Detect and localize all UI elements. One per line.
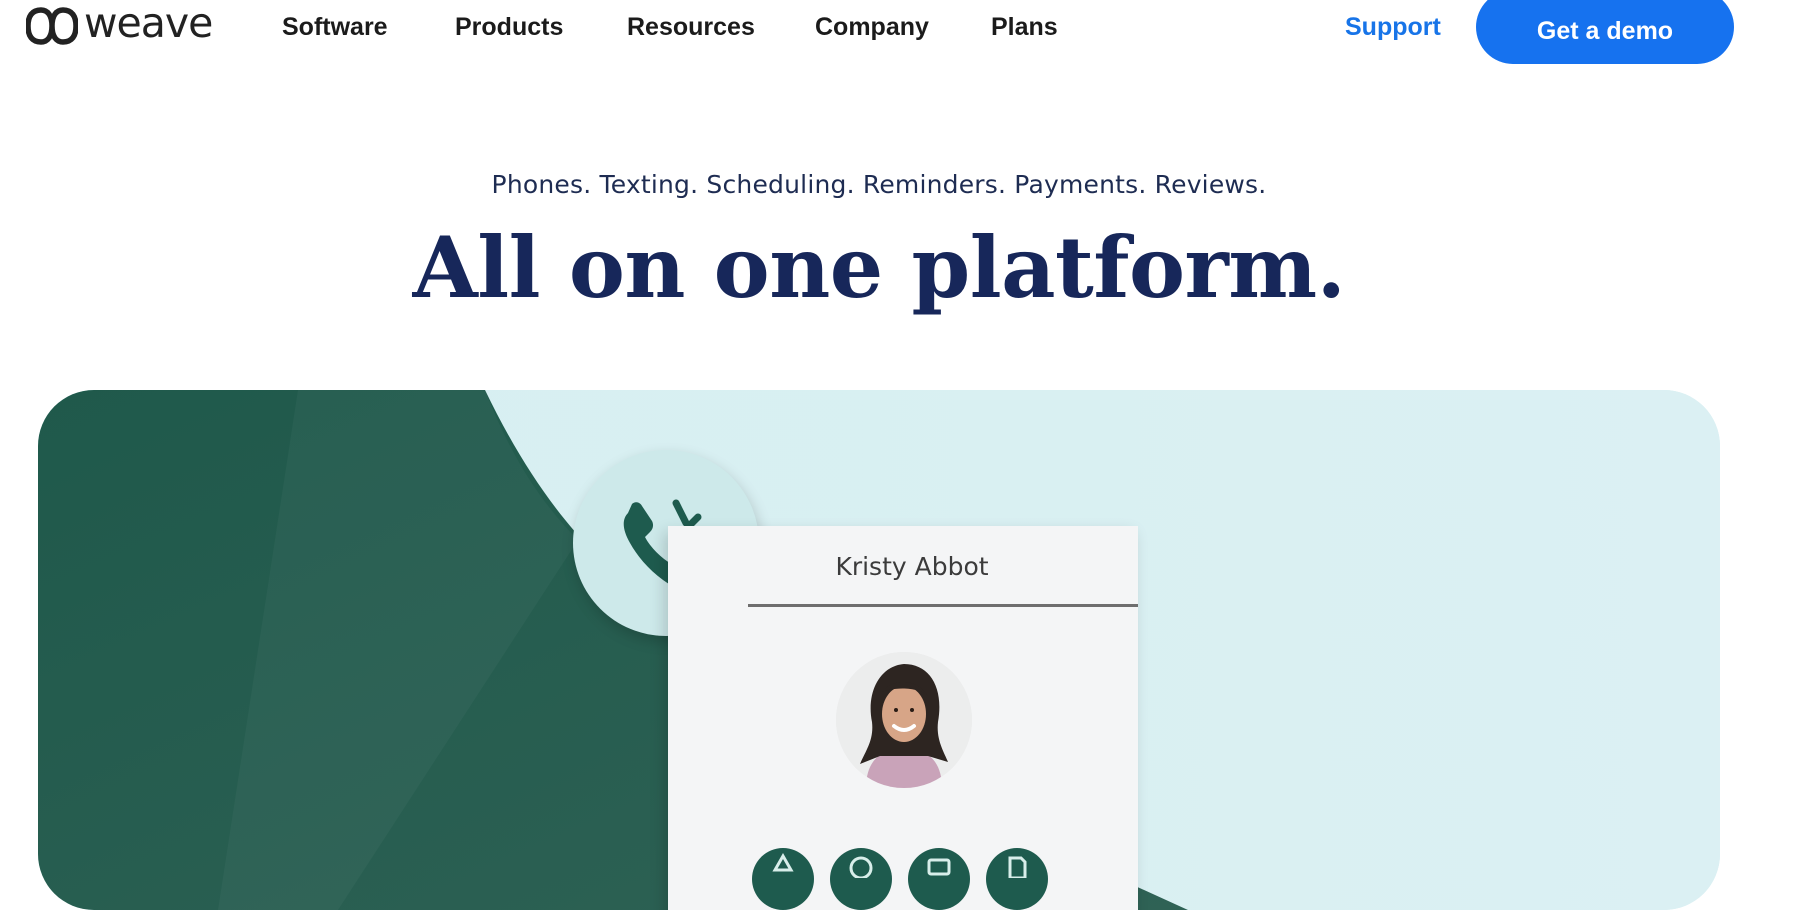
avatar-portrait-image: [836, 652, 972, 788]
weave-knot-logo-icon: [26, 7, 78, 45]
nav-plans[interactable]: Plans: [991, 12, 1058, 42]
nav-software[interactable]: Software: [282, 12, 388, 42]
chat-icon: [849, 856, 873, 878]
get-a-demo-button[interactable]: Get a demo: [1476, 0, 1734, 64]
action-button-2: [830, 848, 892, 910]
action-icon: [772, 852, 794, 872]
contact-card: Kristy Abbot: [668, 526, 1138, 910]
action-button-1: [752, 848, 814, 910]
document-icon: [1008, 856, 1027, 878]
contact-name: Kristy Abbot: [835, 552, 989, 581]
action-button-3: [908, 848, 970, 910]
nav-resources[interactable]: Resources: [627, 12, 755, 42]
brand-name: weave: [84, 0, 213, 47]
contact-divider: [748, 604, 1138, 607]
hero-tagline: Phones. Texting. Scheduling. Reminders. …: [491, 170, 1267, 199]
avatar: [836, 652, 972, 788]
hero-illustration: Kristy Abbot: [38, 390, 1720, 910]
weave-logo[interactable]: weave: [26, 0, 213, 47]
card-icon: [927, 858, 951, 876]
nav-company[interactable]: Company: [815, 12, 929, 42]
action-button-4: [986, 848, 1048, 910]
hero-headline: All on one platform.: [412, 218, 1346, 317]
nav-products[interactable]: Products: [455, 12, 563, 42]
support-link[interactable]: Support: [1345, 12, 1441, 42]
